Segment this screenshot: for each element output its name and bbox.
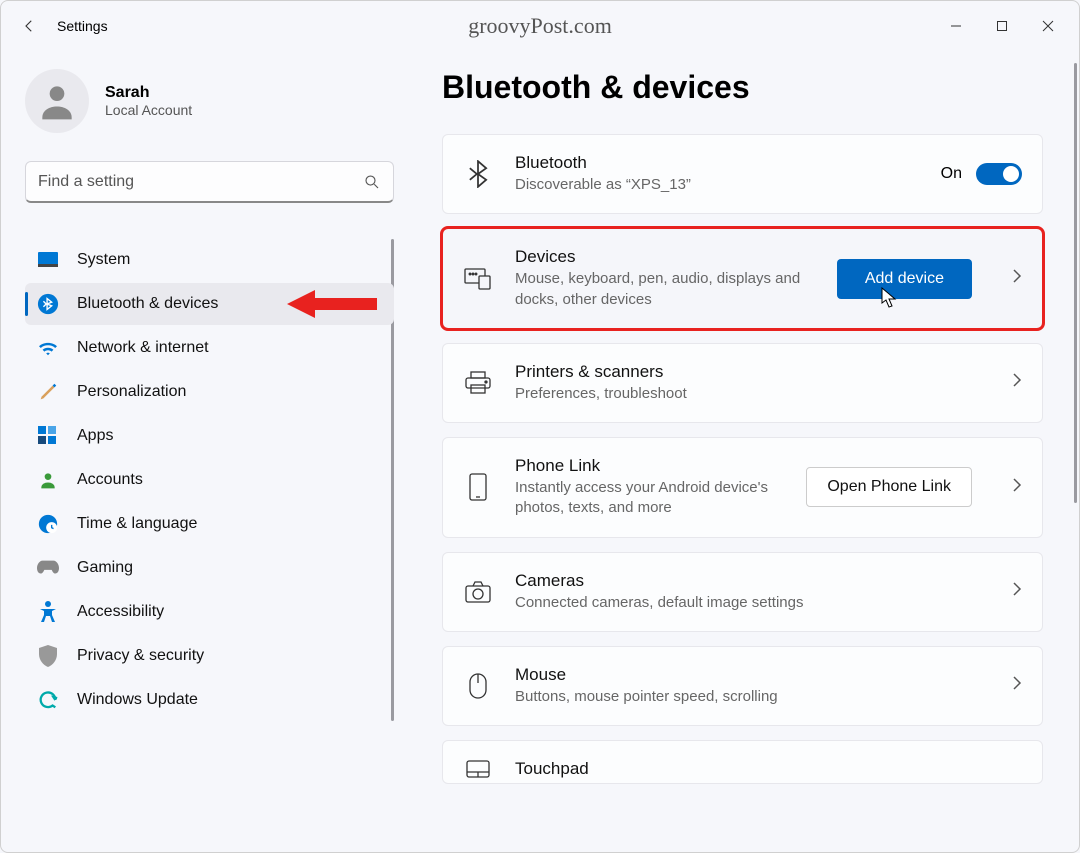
card-subtitle: Discoverable as “XPS_13” bbox=[515, 175, 855, 195]
card-subtitle: Instantly access your Android device's p… bbox=[515, 478, 784, 519]
touchpad-icon bbox=[463, 760, 493, 778]
wifi-icon bbox=[37, 337, 59, 359]
sidebar: Sarah Local Account System Bluetooth & d… bbox=[1, 51, 406, 852]
nav-label: Time & language bbox=[77, 515, 197, 533]
titlebar: Settings groovyPost.com bbox=[1, 1, 1079, 51]
watermark-text: groovyPost.com bbox=[468, 13, 612, 39]
main-content: Bluetooth & devices Bluetooth Discoverab… bbox=[406, 51, 1079, 852]
nav-label: Apps bbox=[77, 427, 113, 445]
card-printers[interactable]: Printers & scanners Preferences, trouble… bbox=[442, 343, 1043, 423]
back-button[interactable] bbox=[9, 6, 49, 46]
maximize-icon bbox=[996, 20, 1008, 32]
card-title: Touchpad bbox=[515, 759, 1022, 779]
nav-personalization[interactable]: Personalization bbox=[25, 371, 394, 413]
card-touchpad[interactable]: Touchpad bbox=[442, 740, 1043, 784]
chevron-right-icon bbox=[1012, 372, 1022, 393]
shield-icon bbox=[37, 645, 59, 667]
nav-label: Windows Update bbox=[77, 691, 198, 709]
globe-clock-icon bbox=[37, 513, 59, 535]
nav-label: Accessibility bbox=[77, 603, 164, 621]
nav-label: System bbox=[77, 251, 130, 269]
nav-time-language[interactable]: Time & language bbox=[25, 503, 394, 545]
nav-system[interactable]: System bbox=[25, 239, 394, 281]
profile-block[interactable]: Sarah Local Account bbox=[25, 69, 394, 133]
card-subtitle: Preferences, troubleshoot bbox=[515, 384, 855, 404]
card-title: Bluetooth bbox=[515, 153, 919, 173]
arrow-left-icon bbox=[20, 17, 38, 35]
card-bluetooth[interactable]: Bluetooth Discoverable as “XPS_13” On bbox=[442, 134, 1043, 214]
card-phone-link[interactable]: Phone Link Instantly access your Android… bbox=[442, 437, 1043, 538]
nav-label: Accounts bbox=[77, 471, 143, 489]
nav-privacy[interactable]: Privacy & security bbox=[25, 635, 394, 677]
card-cameras[interactable]: Cameras Connected cameras, default image… bbox=[442, 552, 1043, 632]
search-input[interactable] bbox=[38, 173, 363, 191]
nav-label: Gaming bbox=[77, 559, 133, 577]
avatar bbox=[25, 69, 89, 133]
profile-subtitle: Local Account bbox=[105, 102, 192, 118]
open-phone-link-button[interactable]: Open Phone Link bbox=[806, 467, 972, 507]
card-mouse[interactable]: Mouse Buttons, mouse pointer speed, scro… bbox=[442, 646, 1043, 726]
mouse-icon bbox=[463, 673, 493, 699]
nav-apps[interactable]: Apps bbox=[25, 415, 394, 457]
person-icon bbox=[35, 79, 79, 123]
nav-label: Network & internet bbox=[77, 339, 209, 357]
update-icon bbox=[37, 689, 59, 711]
add-device-button[interactable]: Add device bbox=[837, 259, 972, 299]
nav-label: Privacy & security bbox=[77, 647, 204, 665]
nav-label: Bluetooth & devices bbox=[77, 295, 218, 313]
chevron-right-icon bbox=[1012, 477, 1022, 498]
card-title: Phone Link bbox=[515, 456, 784, 476]
minimize-button[interactable] bbox=[933, 7, 979, 45]
phone-icon bbox=[463, 473, 493, 501]
close-icon bbox=[1042, 20, 1054, 32]
nav-accounts[interactable]: Accounts bbox=[25, 459, 394, 501]
camera-icon bbox=[463, 581, 493, 603]
minimize-icon bbox=[950, 20, 962, 32]
nav-gaming[interactable]: Gaming bbox=[25, 547, 394, 589]
chevron-right-icon bbox=[1012, 268, 1022, 289]
nav-accessibility[interactable]: Accessibility bbox=[25, 591, 394, 633]
accessibility-icon bbox=[37, 601, 59, 623]
chevron-right-icon bbox=[1012, 581, 1022, 602]
card-title: Printers & scanners bbox=[515, 362, 990, 382]
search-icon bbox=[363, 173, 381, 191]
window-title: Settings bbox=[57, 18, 108, 34]
chevron-right-icon bbox=[1012, 675, 1022, 696]
nav-windows-update[interactable]: Windows Update bbox=[25, 679, 394, 721]
close-button[interactable] bbox=[1025, 7, 1071, 45]
bluetooth-icon bbox=[37, 293, 59, 315]
card-title: Mouse bbox=[515, 665, 990, 685]
system-icon bbox=[37, 249, 59, 271]
toggle-state-label: On bbox=[941, 165, 962, 183]
page-title: Bluetooth & devices bbox=[442, 69, 1043, 106]
main-scrollbar[interactable] bbox=[1074, 63, 1077, 503]
card-subtitle: Connected cameras, default image setting… bbox=[515, 593, 855, 613]
card-devices[interactable]: Devices Mouse, keyboard, pen, audio, dis… bbox=[442, 228, 1043, 329]
nav-bluetooth-devices[interactable]: Bluetooth & devices bbox=[25, 283, 394, 325]
nav-network[interactable]: Network & internet bbox=[25, 327, 394, 369]
printer-icon bbox=[463, 371, 493, 395]
devices-icon bbox=[463, 268, 493, 290]
maximize-button[interactable] bbox=[979, 7, 1025, 45]
card-title: Cameras bbox=[515, 571, 990, 591]
bluetooth-card-icon bbox=[463, 160, 493, 188]
search-box[interactable] bbox=[25, 161, 394, 203]
annotation-arrow-icon bbox=[287, 287, 377, 321]
bluetooth-toggle[interactable] bbox=[976, 163, 1022, 185]
nav-label: Personalization bbox=[77, 383, 186, 401]
apps-icon bbox=[37, 425, 59, 447]
profile-name: Sarah bbox=[105, 84, 192, 102]
card-subtitle: Buttons, mouse pointer speed, scrolling bbox=[515, 687, 855, 707]
paintbrush-icon bbox=[37, 381, 59, 403]
person-small-icon bbox=[37, 469, 59, 491]
card-subtitle: Mouse, keyboard, pen, audio, displays an… bbox=[515, 269, 815, 310]
card-title: Devices bbox=[515, 247, 815, 267]
gamepad-icon bbox=[37, 557, 59, 579]
